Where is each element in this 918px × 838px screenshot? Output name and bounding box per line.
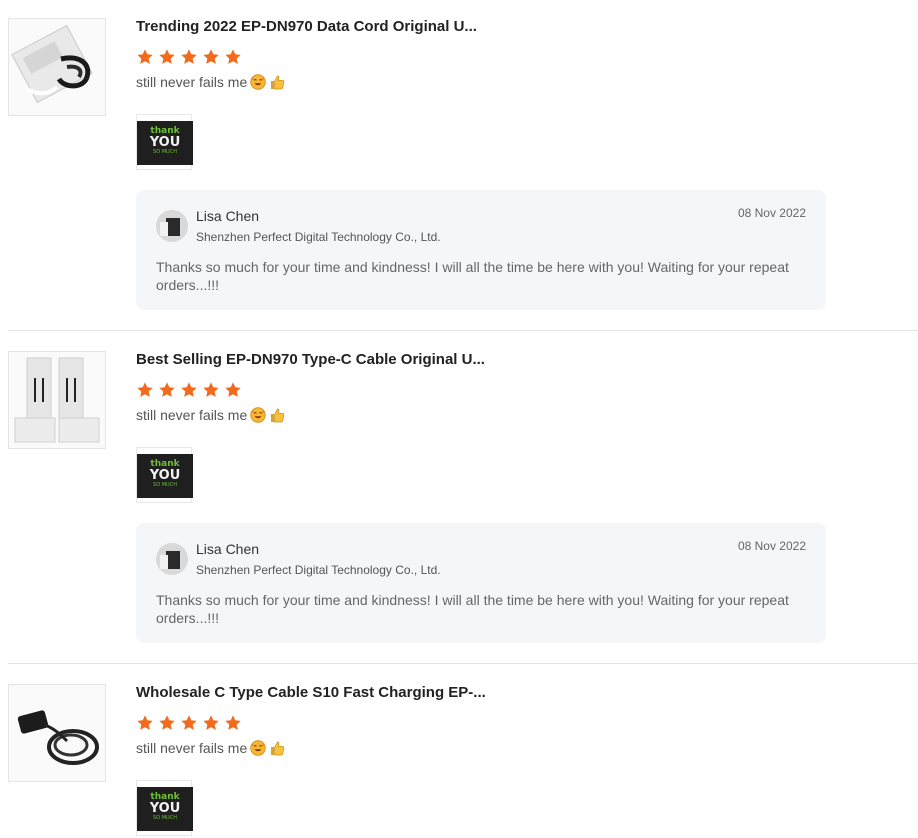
star-icon bbox=[202, 714, 220, 732]
seller-reply: Lisa Chen Shenzhen Perfect Digital Techn… bbox=[136, 523, 826, 643]
seller-avatar bbox=[156, 543, 188, 575]
review-photo[interactable]: thank YOU SO MUCH bbox=[136, 780, 193, 836]
product-thumbnail[interactable] bbox=[8, 351, 106, 449]
thumbs-up-icon bbox=[269, 407, 285, 423]
reply-text: Thanks so much for your time and kindnes… bbox=[156, 259, 789, 293]
star-icon bbox=[224, 381, 242, 399]
product-image bbox=[9, 19, 105, 115]
rating-stars bbox=[136, 381, 826, 401]
reply-date: 08 Nov 2022 bbox=[737, 539, 806, 553]
seller-avatar bbox=[156, 210, 188, 242]
product-thumbnail[interactable] bbox=[8, 18, 106, 116]
smiling-face-with-hearts-icon bbox=[250, 74, 266, 90]
reply-date: 08 Nov 2022 bbox=[737, 206, 806, 220]
seller-reply: Lisa Chen Shenzhen Perfect Digital Techn… bbox=[136, 190, 826, 310]
review-comment: still never fails me bbox=[136, 405, 826, 425]
star-icon bbox=[136, 714, 154, 732]
star-icon bbox=[224, 48, 242, 66]
star-icon bbox=[180, 714, 198, 732]
star-icon bbox=[202, 381, 220, 399]
thumbs-up-icon bbox=[269, 740, 285, 756]
review-photo[interactable]: thank YOU SO MUCH bbox=[136, 447, 193, 503]
rating-stars bbox=[136, 714, 826, 734]
photo-text-so-much: SO MUCH bbox=[153, 482, 177, 488]
product-image bbox=[9, 685, 105, 781]
seller-name: Lisa Chen bbox=[196, 541, 260, 557]
rating-stars bbox=[136, 48, 826, 68]
review-photo[interactable]: thank YOU SO MUCH bbox=[136, 114, 193, 170]
star-icon bbox=[180, 381, 198, 399]
star-icon bbox=[180, 48, 198, 66]
review-comment-text: still never fails me bbox=[136, 740, 248, 756]
seller-company: Shenzhen Perfect Digital Technology Co.,… bbox=[196, 563, 441, 577]
star-icon bbox=[158, 714, 176, 732]
review-comment: still never fails me bbox=[136, 738, 826, 758]
star-icon bbox=[202, 48, 220, 66]
star-icon bbox=[158, 48, 176, 66]
review-comment-text: still never fails me bbox=[136, 74, 248, 90]
divider bbox=[8, 330, 918, 331]
thumbs-up-icon bbox=[269, 74, 285, 90]
seller-name: Lisa Chen bbox=[196, 208, 260, 224]
star-icon bbox=[136, 48, 154, 66]
product-title[interactable]: Best Selling EP-DN970 Type-C Cable Origi… bbox=[136, 351, 826, 369]
review-comment: still never fails me bbox=[136, 72, 826, 92]
product-thumbnail[interactable] bbox=[8, 684, 106, 782]
product-title[interactable]: Wholesale C Type Cable S10 Fast Charging… bbox=[136, 684, 826, 702]
reply-text: Thanks so much for your time and kindnes… bbox=[156, 592, 789, 626]
divider bbox=[8, 663, 918, 664]
review-comment-text: still never fails me bbox=[136, 407, 248, 423]
smiling-face-with-hearts-icon bbox=[250, 407, 266, 423]
photo-text-so-much: SO MUCH bbox=[153, 815, 177, 821]
photo-text-you: YOU bbox=[149, 135, 181, 150]
star-icon bbox=[158, 381, 176, 399]
seller-company: Shenzhen Perfect Digital Technology Co.,… bbox=[196, 230, 441, 244]
product-title[interactable]: Trending 2022 EP-DN970 Data Cord Origina… bbox=[136, 18, 826, 36]
smiling-face-with-hearts-icon bbox=[250, 740, 266, 756]
photo-text-you: YOU bbox=[149, 468, 181, 483]
product-image bbox=[9, 352, 105, 448]
star-icon bbox=[224, 714, 242, 732]
photo-text-so-much: SO MUCH bbox=[153, 149, 177, 155]
photo-text-you: YOU bbox=[149, 801, 181, 816]
star-icon bbox=[136, 381, 154, 399]
